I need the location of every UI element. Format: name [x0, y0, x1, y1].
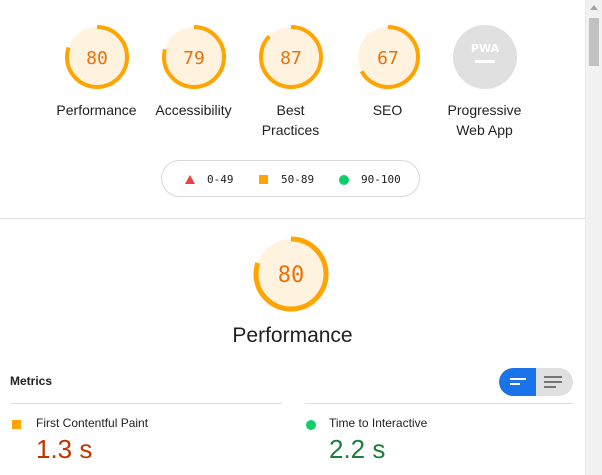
scroll-up-arrow-icon[interactable] [590, 5, 598, 10]
toggle-summary-view-button[interactable] [499, 368, 536, 396]
metric-value: 1.3 s [36, 434, 93, 464]
gauge-score: 79 [183, 48, 205, 69]
gauge-seo[interactable]: 67 SEO [339, 24, 436, 120]
legend-range: 90-100 [361, 173, 401, 186]
gauge-ring: 79 [161, 25, 226, 89]
gauge-ring: 80 [253, 236, 329, 312]
gauge-label: Best Practices [261, 102, 320, 138]
toggle-expanded-view-button[interactable] [536, 368, 573, 396]
gauge-ring: 80 [64, 25, 129, 89]
svg-text:PWA: PWA [470, 42, 499, 55]
metric-label: First Contentful Paint [36, 416, 149, 430]
gauge-label: SEO [372, 102, 403, 118]
vertical-scrollbar[interactable] [585, 0, 602, 475]
performance-score: 80 [278, 263, 305, 288]
gauge-score: 87 [280, 48, 302, 69]
gauge-label: Accessibility [155, 102, 232, 118]
legend-range: 50-89 [281, 173, 315, 186]
gauge-performance[interactable]: 80 Performance [48, 24, 145, 120]
square-icon [12, 420, 21, 429]
scrollbar-thumb[interactable] [589, 18, 599, 66]
metrics-divider-right [305, 403, 573, 404]
gauge-label: Performance [56, 102, 137, 118]
gauge-ring: 67 [355, 25, 420, 89]
gauge-pwa[interactable]: PWA Progressive Web App [436, 24, 533, 140]
gauge-score: 67 [377, 48, 399, 69]
section-divider [0, 218, 585, 219]
circle-icon [306, 420, 316, 430]
short-lines-icon [510, 378, 526, 388]
gauge-label: Progressive Web App [447, 102, 522, 138]
performance-title: Performance [232, 324, 353, 347]
triangle-icon [185, 175, 195, 184]
metric-value: 2.2 s [329, 434, 386, 464]
gauge-accessibility[interactable]: 79 Accessibility [145, 24, 242, 120]
score-scale-legend: 0-49 50-89 90-100 [161, 160, 420, 197]
metrics-view-toggle [499, 368, 573, 396]
circle-icon [339, 175, 349, 185]
metrics-header: Metrics [10, 374, 53, 388]
category-gauges: 80 Performance 79 Accessibility 87 Best … [48, 24, 538, 144]
square-icon [259, 175, 268, 184]
gauge-score: 80 [86, 48, 108, 69]
legend-range: 0-49 [207, 173, 234, 186]
metric-label: Time to Interactive [329, 416, 428, 430]
gauge-ring: 87 [258, 25, 323, 89]
lines-icon [544, 376, 562, 391]
performance-gauge: 80 [252, 235, 330, 318]
gauge-best-practices[interactable]: 87 Best Practices [242, 24, 339, 140]
report-main: 80 Performance 79 Accessibility 87 Best … [0, 0, 585, 475]
metrics-divider-left [10, 403, 282, 404]
pwa-badge-icon: PWA [452, 25, 517, 89]
